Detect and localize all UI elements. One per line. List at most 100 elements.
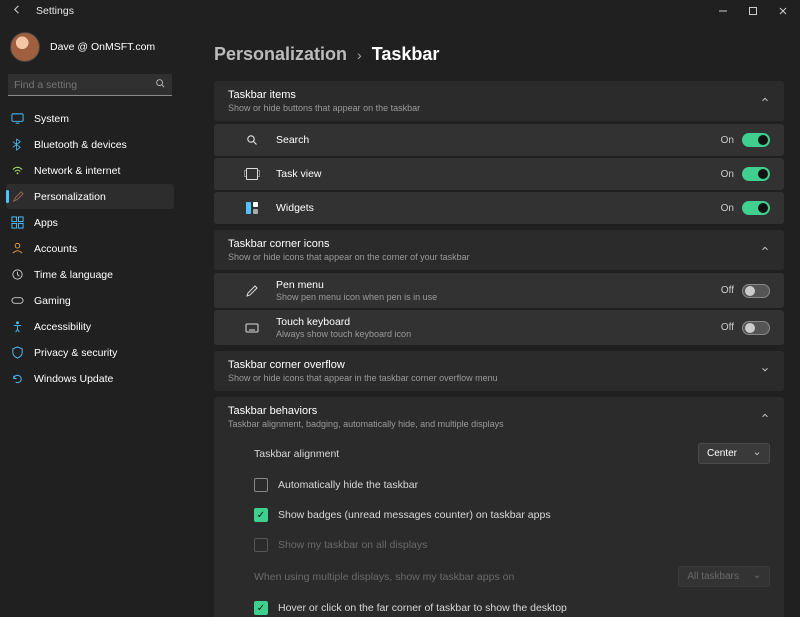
section-taskbar-items[interactable]: Taskbar items Show or hide buttons that … [214, 81, 784, 121]
row-label: Task view [276, 168, 322, 180]
breadcrumb: Personalization › Taskbar [214, 44, 784, 65]
search-icon [244, 132, 260, 148]
window-title: Settings [36, 5, 74, 17]
toggle-switch[interactable] [742, 133, 770, 147]
section-subtitle: Show or hide buttons that appear on the … [228, 103, 420, 113]
keyboard-icon [244, 320, 260, 336]
avatar [10, 32, 40, 62]
person-icon [10, 242, 24, 256]
section-subtitle: Show or hide icons that appear on the co… [228, 252, 470, 262]
sidebar-item-label: Time & language [34, 269, 113, 281]
toggle-switch[interactable] [742, 201, 770, 215]
sidebar-item-label: Network & internet [34, 165, 120, 177]
gamepad-icon [10, 294, 24, 308]
toggle-switch[interactable] [742, 321, 770, 335]
sidebar-item-label: Apps [34, 217, 58, 229]
section-title: Taskbar corner overflow [228, 359, 498, 371]
sidebar-item-accessibility[interactable]: Accessibility [6, 314, 174, 339]
clock-icon [10, 268, 24, 282]
profile-name: Dave @ OnMSFT.com [50, 41, 155, 53]
pen-icon [244, 283, 260, 299]
setting-row-search: SearchOn [214, 124, 784, 156]
chevron-up-icon [760, 244, 770, 257]
row-label: Pen menu [276, 279, 437, 291]
close-button[interactable] [768, 0, 798, 22]
update-icon [10, 372, 24, 386]
toggle-state: Off [721, 285, 734, 296]
chevron-up-icon [760, 95, 770, 108]
maximize-button[interactable] [738, 0, 768, 22]
section-corner-overflow[interactable]: Taskbar corner overflow Show or hide ico… [214, 351, 784, 391]
checkbox-hover-corner[interactable]: ✓ [254, 601, 268, 615]
brush-icon [10, 190, 24, 204]
sidebar-item-label: Bluetooth & devices [34, 139, 127, 151]
chevron-down-icon [760, 365, 770, 378]
sidebar-item-gaming[interactable]: Gaming [6, 288, 174, 313]
sidebar-item-label: Accessibility [34, 321, 91, 333]
chevron-right-icon: › [357, 47, 362, 63]
page-title: Taskbar [372, 44, 440, 65]
minimize-button[interactable] [708, 0, 738, 22]
section-behaviors[interactable]: Taskbar behaviors Taskbar alignment, bad… [214, 397, 784, 437]
widgets-icon [244, 200, 260, 216]
checkbox-label: Hover or click on the far corner of task… [278, 602, 567, 614]
section-corner-icons[interactable]: Taskbar corner icons Show or hide icons … [214, 230, 784, 270]
chevron-down-icon [753, 450, 761, 458]
section-title: Taskbar corner icons [228, 238, 470, 250]
sidebar-item-label: Privacy & security [34, 347, 117, 359]
row-subtitle: Show pen menu icon when pen is in use [276, 292, 437, 302]
profile[interactable]: Dave @ OnMSFT.com [6, 28, 174, 72]
section-title: Taskbar items [228, 89, 420, 101]
chevron-down-icon [753, 573, 761, 581]
toggle-state: On [721, 203, 734, 214]
sidebar-item-label: Accounts [34, 243, 77, 255]
row-label: Touch keyboard [276, 316, 411, 328]
sidebar-item-system[interactable]: System [6, 106, 174, 131]
setting-row-pen-menu: Pen menuShow pen menu icon when pen is i… [214, 273, 784, 308]
toggle-switch[interactable] [742, 167, 770, 181]
sidebar-item-label: Personalization [34, 191, 106, 203]
sidebar-item-label: Windows Update [34, 373, 113, 385]
setting-row-widgets: Widgets On [214, 192, 784, 224]
accessibility-icon [10, 320, 24, 334]
toggle-state: On [721, 169, 734, 180]
checkbox-label: Show badges (unread messages counter) on… [278, 509, 551, 521]
row-label: Widgets [276, 202, 314, 214]
sidebar-item-apps[interactable]: Apps [6, 210, 174, 235]
sidebar-item-bluetooth-devices[interactable]: Bluetooth & devices [6, 132, 174, 157]
search-input[interactable] [14, 79, 155, 91]
chevron-up-icon [760, 411, 770, 424]
sidebar-item-personalization[interactable]: Personalization [6, 184, 174, 209]
bluetooth-icon [10, 138, 24, 152]
alignment-dropdown[interactable]: Center [698, 443, 770, 464]
sidebar-item-windows-update[interactable]: Windows Update [6, 366, 174, 391]
toggle-state: Off [721, 322, 734, 333]
apps-icon [10, 216, 24, 230]
section-subtitle: Show or hide icons that appear in the ta… [228, 373, 498, 383]
section-subtitle: Taskbar alignment, badging, automaticall… [228, 419, 504, 429]
wifi-icon [10, 164, 24, 178]
sidebar-item-accounts[interactable]: Accounts [6, 236, 174, 261]
checkbox-label: Automatically hide the taskbar [278, 479, 418, 491]
multi-display-dropdown: All taskbars [678, 566, 770, 587]
search-icon [155, 78, 166, 92]
alignment-label: Taskbar alignment [254, 448, 339, 460]
row-subtitle: Always show touch keyboard icon [276, 329, 411, 339]
sidebar-item-label: System [34, 113, 69, 125]
row-label: Search [276, 134, 309, 146]
sidebar-item-time-language[interactable]: Time & language [6, 262, 174, 287]
multi-display-label: When using multiple displays, show my ta… [254, 571, 514, 583]
sidebar-item-network-internet[interactable]: Network & internet [6, 158, 174, 183]
checkbox [254, 538, 268, 552]
back-button[interactable] [10, 4, 24, 18]
display-icon [10, 112, 24, 126]
setting-row-touch-keyboard: Touch keyboardAlways show touch keyboard… [214, 310, 784, 345]
sidebar-item-label: Gaming [34, 295, 71, 307]
checkbox[interactable]: ✓ [254, 508, 268, 522]
checkbox-label: Show my taskbar on all displays [278, 539, 427, 551]
taskview-icon [244, 166, 260, 182]
sidebar-item-privacy-security[interactable]: Privacy & security [6, 340, 174, 365]
breadcrumb-parent[interactable]: Personalization [214, 44, 347, 65]
checkbox[interactable] [254, 478, 268, 492]
toggle-switch[interactable] [742, 284, 770, 298]
